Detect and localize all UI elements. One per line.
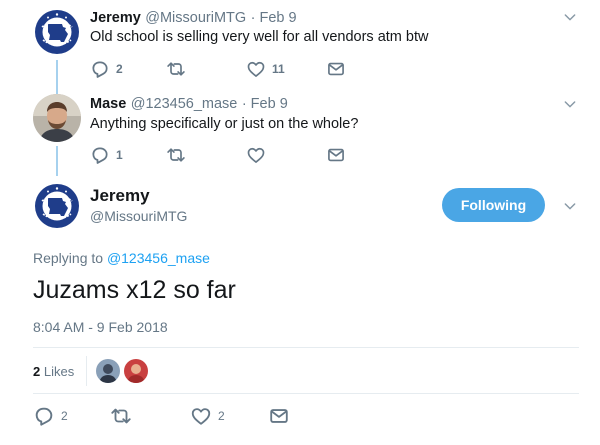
likes-label: Likes: [43, 364, 75, 379]
reply-count: 1: [116, 148, 123, 162]
likes-stat[interactable]: 2 Likes: [33, 364, 74, 379]
message-icon: [268, 405, 290, 427]
reply-count: 2: [116, 62, 123, 76]
like-count: 11: [272, 62, 285, 76]
user-handle[interactable]: @123456_mase: [131, 96, 238, 112]
like-button[interactable]: 2: [190, 405, 225, 427]
reply-icon: [90, 145, 110, 165]
heart-icon: [246, 59, 266, 79]
thread-line: [56, 146, 58, 176]
divider: [33, 393, 579, 394]
like-button[interactable]: 11: [246, 59, 285, 79]
reply-button[interactable]: 2: [90, 59, 123, 79]
like-count: 2: [218, 409, 225, 423]
missouri-logo-icon: [33, 182, 81, 230]
chevron-down-icon[interactable]: [562, 96, 578, 112]
replying-to: Replying to @123456_mase: [33, 250, 210, 266]
main-tweet-text: Juzams x12 so far: [33, 276, 236, 304]
user-photo-icon: [124, 359, 148, 383]
reply-icon: [33, 405, 55, 427]
chevron-down-icon[interactable]: [562, 9, 578, 25]
message-icon: [326, 145, 346, 165]
retweet-icon: [166, 59, 186, 79]
reply-button[interactable]: 1: [90, 145, 123, 165]
avatar[interactable]: [33, 94, 81, 142]
display-name[interactable]: Jeremy: [90, 10, 141, 26]
liker-avatar[interactable]: [124, 359, 148, 383]
divider: [33, 347, 579, 348]
replying-handle-link[interactable]: @123456_mase: [107, 250, 210, 266]
user-photo-icon: [33, 94, 81, 142]
replying-prefix: Replying to: [33, 250, 104, 266]
heart-icon: [190, 405, 212, 427]
message-button[interactable]: [268, 405, 290, 427]
message-button[interactable]: [326, 59, 346, 79]
tweet-text: Anything specifically or just on the who…: [90, 116, 359, 132]
chevron-down-icon[interactable]: [562, 198, 578, 214]
tweet-date[interactable]: · Feb 9: [251, 10, 297, 26]
user-handle[interactable]: @MissouriMTG: [90, 208, 187, 224]
retweet-button[interactable]: [166, 145, 186, 165]
display-name[interactable]: Mase: [90, 96, 126, 112]
retweet-icon: [110, 405, 132, 427]
retweet-button[interactable]: [166, 59, 186, 79]
following-button[interactable]: Following: [442, 188, 545, 222]
retweet-button[interactable]: [110, 405, 132, 427]
reply-icon: [90, 59, 110, 79]
missouri-logo-icon: [33, 8, 81, 56]
message-icon: [326, 59, 346, 79]
retweet-icon: [166, 145, 186, 165]
like-button[interactable]: [246, 145, 266, 165]
message-button[interactable]: [326, 145, 346, 165]
user-photo-icon: [96, 359, 120, 383]
reply-button[interactable]: 2: [33, 405, 68, 427]
liker-avatar[interactable]: [96, 359, 120, 383]
divider: [86, 356, 87, 386]
tweet-timestamp[interactable]: 8:04 AM - 9 Feb 2018: [33, 319, 168, 335]
display-name[interactable]: Jeremy: [90, 186, 150, 206]
tweet-date[interactable]: · Feb 9: [242, 96, 288, 112]
tweet-text: Old school is selling very well for all …: [90, 29, 429, 45]
avatar[interactable]: [33, 182, 81, 230]
avatar[interactable]: [33, 8, 81, 56]
reply-count: 2: [61, 409, 68, 423]
likes-count: 2: [33, 364, 41, 379]
user-handle[interactable]: @MissouriMTG: [145, 10, 246, 26]
heart-icon: [246, 145, 266, 165]
